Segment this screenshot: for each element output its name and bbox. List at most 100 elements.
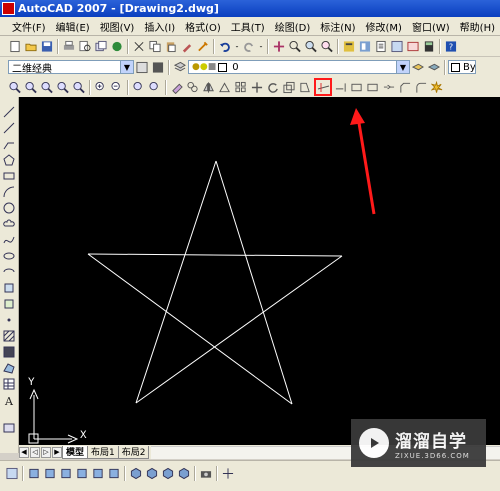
make-current-layer-icon[interactable] [411, 60, 425, 74]
tab-model[interactable]: 模型 [62, 445, 89, 459]
menu-window[interactable]: 窗口(W) [407, 19, 455, 34]
menu-insert[interactable]: 插入(I) [139, 19, 180, 34]
gradient-icon[interactable] [2, 345, 16, 359]
preview-icon[interactable] [78, 39, 92, 53]
ucs-toolbar-icon[interactable] [5, 467, 19, 481]
zoom-window-icon[interactable] [304, 39, 318, 53]
view-front-icon[interactable] [91, 467, 105, 481]
zoom-scale-icon[interactable] [40, 80, 54, 94]
view-bottom-icon[interactable] [43, 467, 57, 481]
new-icon[interactable] [8, 39, 22, 53]
sw-iso-icon[interactable] [129, 467, 143, 481]
zoom-plus-icon[interactable] [94, 80, 108, 94]
point-icon[interactable] [2, 313, 16, 327]
ellipse-arc-icon[interactable] [2, 265, 16, 279]
ellipse-icon[interactable] [2, 249, 16, 263]
next-tab-icon[interactable]: ▷ [41, 446, 51, 458]
undo-dropdown-icon[interactable] [234, 39, 240, 53]
autocad-app-icon[interactable] [2, 2, 15, 15]
construction-line-icon[interactable] [2, 121, 16, 135]
camera-icon[interactable] [199, 467, 213, 481]
menu-dimension[interactable]: 标注(N) [315, 19, 360, 34]
zoom-realtime-icon[interactable] [288, 39, 302, 53]
move-icon[interactable] [250, 80, 264, 94]
hatch-icon[interactable] [2, 329, 16, 343]
ne-iso-icon[interactable] [161, 467, 175, 481]
mtext-icon[interactable]: A [2, 393, 16, 407]
dynamic-ucs-icon[interactable] [221, 467, 235, 481]
publish-icon[interactable] [94, 39, 108, 53]
join-icon[interactable] [382, 80, 396, 94]
zoom-object-icon[interactable] [72, 80, 86, 94]
scale-icon[interactable] [282, 80, 296, 94]
prev-tab-icon[interactable]: ◁ [30, 446, 40, 458]
arc-icon[interactable] [2, 185, 16, 199]
circle-icon[interactable] [2, 201, 16, 215]
star-drawing[interactable] [87, 160, 343, 405]
star-edge[interactable] [135, 255, 343, 404]
properties-icon[interactable] [342, 39, 356, 53]
view-left-icon[interactable] [59, 467, 73, 481]
paste-icon[interactable] [164, 39, 178, 53]
view-right-icon[interactable] [75, 467, 89, 481]
first-tab-icon[interactable]: ◀ [19, 446, 29, 458]
mirror-icon[interactable] [202, 80, 216, 94]
offset-icon[interactable] [218, 80, 232, 94]
plot-icon[interactable] [62, 39, 76, 53]
menu-help[interactable]: 帮助(H) [455, 19, 500, 34]
block-editor-icon[interactable] [196, 39, 210, 53]
menu-modify[interactable]: 修改(M) [361, 19, 407, 34]
view-top-icon[interactable] [27, 467, 41, 481]
menu-file[interactable]: 文件(F) [7, 19, 51, 34]
matchprop-icon[interactable] [180, 39, 194, 53]
nw-iso-icon[interactable] [177, 467, 191, 481]
break-icon[interactable] [366, 80, 380, 94]
calc-icon[interactable] [422, 39, 436, 53]
layer-previous-icon[interactable] [427, 60, 441, 74]
zoom-minus-icon[interactable] [110, 80, 124, 94]
zoom-all-icon[interactable] [132, 80, 146, 94]
tab-layout1[interactable]: 布局1 [87, 445, 119, 459]
cut-icon[interactable] [132, 39, 146, 53]
workspace-select[interactable]: 二维经典 ▼ [8, 60, 134, 75]
table-icon[interactable] [2, 377, 16, 391]
explode-icon[interactable] [430, 80, 444, 94]
spline-icon[interactable] [2, 233, 16, 247]
star-edge[interactable] [87, 253, 343, 257]
undo-icon[interactable] [218, 39, 232, 53]
layer-select[interactable]: ● ● ■ 0 ▼ [188, 60, 410, 74]
trim-icon[interactable] [314, 78, 332, 96]
erase-icon[interactable] [170, 80, 184, 94]
zoom-extents-icon[interactable] [148, 80, 162, 94]
drawing-canvas[interactable]: Y X [19, 97, 500, 445]
polygon-icon[interactable] [2, 153, 16, 167]
menu-format[interactable]: 格式(O) [180, 19, 226, 34]
sheetset-icon[interactable] [390, 39, 404, 53]
fillet-icon[interactable] [414, 80, 428, 94]
revcloud-icon[interactable] [2, 217, 16, 231]
zoom-center-icon[interactable] [56, 80, 70, 94]
menu-view[interactable]: 视图(V) [95, 19, 140, 34]
break-at-point-icon[interactable] [350, 80, 364, 94]
3d-dwf-icon[interactable] [110, 39, 124, 53]
array-icon[interactable] [234, 80, 248, 94]
help-icon[interactable]: ? [444, 39, 458, 53]
star-edge[interactable] [215, 160, 293, 405]
se-iso-icon[interactable] [145, 467, 159, 481]
menu-edit[interactable]: 编辑(E) [51, 19, 95, 34]
menu-draw[interactable]: 绘图(D) [270, 19, 316, 34]
rotate-icon[interactable] [266, 80, 280, 94]
open-icon[interactable] [24, 39, 38, 53]
region-icon[interactable] [2, 361, 16, 375]
copy-object-icon[interactable] [186, 80, 200, 94]
redo-dropdown-icon[interactable] [258, 39, 264, 53]
star-edge[interactable] [135, 160, 217, 404]
workspace-settings-icon[interactable] [135, 60, 149, 74]
layer-manager-icon[interactable] [173, 60, 187, 74]
zoom-dynamic-icon[interactable] [24, 80, 38, 94]
toolpalettes-icon[interactable] [374, 39, 388, 53]
designcenter-icon[interactable] [358, 39, 372, 53]
chevron-down-icon[interactable]: ▼ [396, 61, 409, 73]
view-back-icon[interactable] [107, 467, 121, 481]
chamfer-icon[interactable] [398, 80, 412, 94]
